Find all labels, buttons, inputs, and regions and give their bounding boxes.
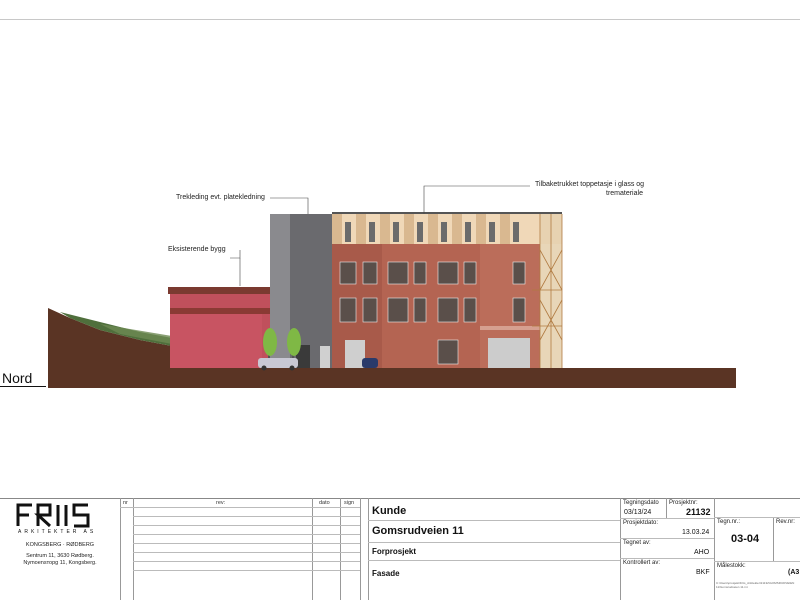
label-project-date: Prosjektdato: bbox=[623, 520, 659, 526]
label-top-floor-1: Tilbaketrukket toppetasje i glass og bbox=[535, 181, 645, 188]
drawing-type: Fasade bbox=[372, 569, 400, 578]
rev-header-rev: rev: bbox=[216, 500, 226, 506]
label-project-no: Prosjektnr: bbox=[669, 500, 698, 506]
label-existing-building: Eksisterende bygg bbox=[168, 246, 226, 253]
ground bbox=[48, 368, 736, 388]
checked-by: BKF bbox=[696, 569, 710, 576]
client-name: Kunde bbox=[372, 505, 407, 517]
label-cladding: Trekleding evt. platekledning bbox=[176, 194, 265, 201]
label-drawing-no: Tegn.nr.: bbox=[717, 519, 741, 525]
drawing-date: 03/13/24 bbox=[624, 509, 652, 516]
logo-subtitle: ARKITEKTER AS bbox=[18, 529, 97, 535]
office-locations: KONGSBERG · RØDBERG bbox=[25, 542, 95, 548]
label-checked-by: Kontrollert av: bbox=[623, 560, 661, 566]
label-scale: Målestokk: bbox=[717, 563, 746, 569]
friis-logo-icon bbox=[16, 503, 90, 528]
scale: (A3 bbox=[788, 569, 800, 576]
orientation-underline bbox=[0, 386, 46, 387]
orientation-label: Nord bbox=[2, 370, 33, 386]
label-top-floor-2: trematerialе bbox=[606, 190, 643, 197]
address-line-1: Sentrum 11, 3630 Rødberg. bbox=[26, 553, 94, 559]
label-rev-no: Rev.nr: bbox=[776, 519, 795, 525]
project-date: 13.03.24 bbox=[682, 529, 710, 536]
drawing-no: 03-04 bbox=[731, 533, 760, 545]
label-drawn-by: Tegnet av: bbox=[623, 540, 651, 546]
facade-drawing bbox=[48, 185, 736, 388]
label-drawing-date: Tegningsdato bbox=[623, 500, 659, 506]
rev-header-nr: nr bbox=[123, 500, 128, 506]
tree bbox=[263, 328, 277, 356]
rev-header-dato: dato bbox=[319, 500, 330, 506]
car bbox=[362, 358, 378, 368]
address-line-2: Nymoensторg 11, Kongsberg. bbox=[23, 560, 97, 566]
rev-header-sign: sign bbox=[344, 500, 355, 506]
project-no: 21132 bbox=[686, 507, 711, 517]
project-name: Gomsrudveien 11 bbox=[372, 525, 464, 537]
tree bbox=[287, 328, 301, 356]
drawn-by: AHO bbox=[694, 549, 710, 556]
file-path: C:\Users\prosjekt\Friis_Arkitekter\21132… bbox=[716, 581, 795, 589]
project-phase: Forprosjekt bbox=[372, 547, 417, 556]
